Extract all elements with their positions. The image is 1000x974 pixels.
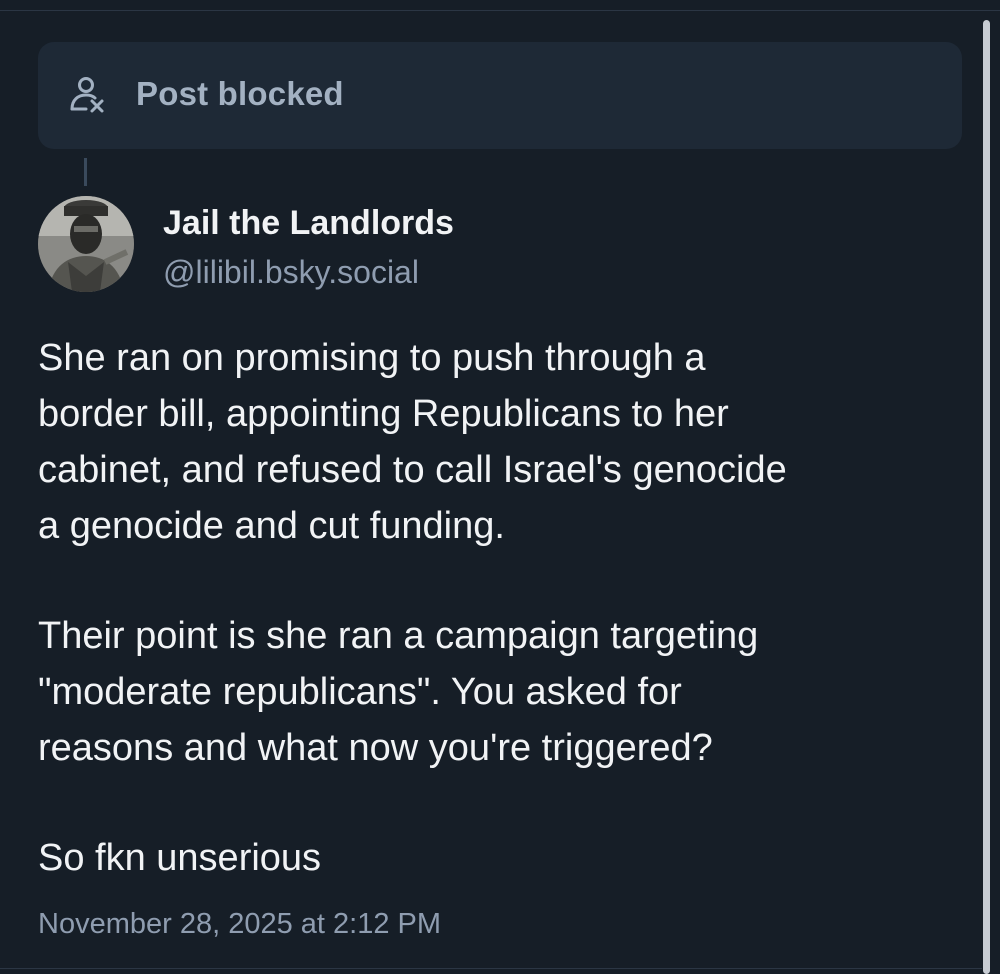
author-avatar[interactable] [38,196,134,292]
top-divider [0,0,1000,11]
avatar-image [38,196,134,292]
author-display-name[interactable]: Jail the Landlords [163,204,454,243]
thread-connector [84,158,87,186]
author-handle[interactable]: @lilibil.bsky.social [163,254,419,291]
person-x-icon [70,77,104,113]
bottom-divider [0,968,982,969]
post-paragraph: So fkn unserious [38,837,322,879]
post-timestamp[interactable]: November 28, 2025 at 2:12 PM [38,908,441,941]
post-paragraph: Their point is she ran a campaign target… [38,615,759,769]
post-text: She ran on promising to push through a b… [38,330,958,886]
scrollbar[interactable] [983,20,990,974]
blocked-post-label: Post blocked [136,75,344,112]
post-paragraph: She ran on promising to push through a b… [38,337,787,547]
